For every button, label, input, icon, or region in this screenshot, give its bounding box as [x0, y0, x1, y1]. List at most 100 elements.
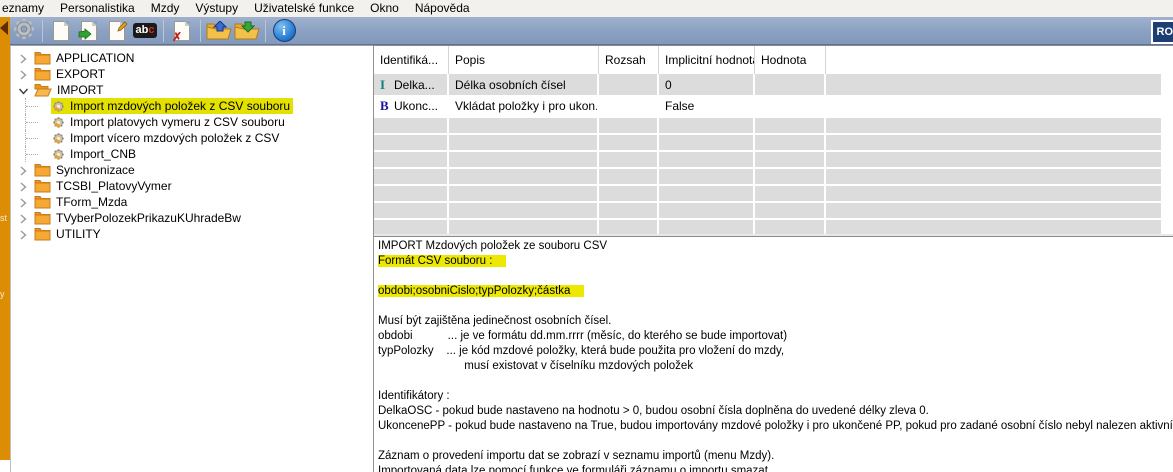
- tree-connector: [25, 98, 51, 114]
- node-icon: [52, 148, 65, 161]
- tree-item-label: Import platovych vymeru z CSV souboru: [70, 115, 285, 129]
- node-icon: [52, 100, 65, 113]
- column-header-implicitni[interactable]: Implicitní hodnota: [659, 46, 755, 74]
- menu-bar: eznamy Personalistika Mzdy Výstupy Uživa…: [0, 0, 1173, 17]
- toolbar-separator: [200, 20, 201, 42]
- cell-hodnota: [755, 74, 826, 95]
- description-line: Formát CSV souboru :: [378, 254, 1173, 269]
- tree-item[interactable]: Import platovych vymeru z CSV souboru: [11, 114, 373, 130]
- grid-header: Identifiká... Popis Rozsah Implicitní ho…: [374, 46, 1161, 74]
- new-document-button[interactable]: [48, 18, 74, 44]
- chevron-icon[interactable]: [18, 53, 29, 64]
- cell-rozsah: [599, 74, 659, 95]
- tree-item-label: Synchronizace: [56, 163, 135, 177]
- settings-button[interactable]: [11, 18, 37, 44]
- toolbar-separator: [42, 20, 43, 42]
- cell-empty: [826, 74, 1161, 95]
- chevron-icon[interactable]: [18, 213, 29, 224]
- cell-implicitni: 0: [659, 74, 755, 95]
- description-line: obdobi ... je ve formátu dd.mm.rrrr (měs…: [378, 329, 1173, 344]
- menu-item[interactable]: eznamy: [0, 0, 52, 17]
- tree-item[interactable]: IMPORT: [11, 82, 373, 98]
- description-line: typPolozky ... je kód mzdové položky, kt…: [378, 344, 1173, 359]
- collapsed-side-panel[interactable]: st y: [0, 17, 10, 460]
- tree-item[interactable]: TVyberPolozekPrikazuKUhradeBw: [11, 210, 373, 226]
- node-icon: [34, 163, 51, 177]
- info-button[interactable]: i: [271, 18, 297, 44]
- toolbar-separator: [265, 20, 266, 42]
- tree-connector: [25, 114, 51, 130]
- new-document-icon: [53, 21, 69, 41]
- node-icon: [34, 211, 51, 225]
- cell-identifier: I Delka...: [374, 74, 449, 95]
- empty-grid-rows: [374, 118, 1173, 235]
- side-panel-label: y: [0, 289, 5, 299]
- menu-item[interactable]: Mzdy: [143, 0, 188, 17]
- column-header-identifier[interactable]: Identifiká...: [374, 46, 449, 74]
- tree-item-label: TVyberPolozekPrikazuKUhradeBw: [56, 211, 241, 225]
- menu-item[interactable]: Uživatelské funkce: [246, 0, 362, 17]
- type-letter-icon: B: [380, 98, 394, 114]
- parameters-grid: Identifiká... Popis Rozsah Implicitní ho…: [374, 45, 1173, 235]
- node-icon: [34, 195, 51, 209]
- table-row[interactable]: I Delka... Délka osobních čísel 0: [374, 74, 1161, 95]
- tree-item[interactable]: UTILITY: [11, 226, 373, 242]
- chevron-icon[interactable]: [18, 197, 29, 208]
- chevron-icon[interactable]: [18, 69, 29, 80]
- rename-button[interactable]: abc: [132, 18, 158, 44]
- chevron-icon[interactable]: [18, 229, 29, 240]
- tree-item[interactable]: Import mzdových položek z CSV souboru: [11, 98, 373, 114]
- collapse-arrow-icon[interactable]: [0, 21, 8, 35]
- empty-table-row: [374, 152, 1161, 167]
- type-letter-icon: I: [380, 77, 394, 93]
- open-import-folder-button[interactable]: [206, 18, 232, 44]
- column-header-popis[interactable]: Popis: [449, 46, 599, 74]
- description-line: [378, 434, 1173, 449]
- import-document-button[interactable]: [76, 18, 102, 44]
- tree-item-label: EXPORT: [56, 67, 105, 81]
- tree-item[interactable]: TForm_Mzda: [11, 194, 373, 210]
- tree-item[interactable]: APPLICATION: [11, 50, 373, 66]
- description-line: obdobi;osobniCislo;typPolozky;částka: [378, 284, 1173, 299]
- open-export-folder-button[interactable]: [234, 18, 260, 44]
- tree-item[interactable]: Import_CNB: [11, 146, 373, 162]
- description-line: IMPORT Mzdových položek ze souboru CSV: [378, 239, 1173, 254]
- chevron-icon[interactable]: [18, 181, 29, 192]
- open-folder-import-icon: [206, 21, 232, 41]
- tree-item[interactable]: Import vícero mzdových položek z CSV: [11, 130, 373, 146]
- empty-table-row: [374, 135, 1161, 150]
- menu-item[interactable]: Personalistika: [52, 0, 143, 17]
- column-header-hodnota[interactable]: Hodnota: [755, 46, 826, 74]
- tree-item-label: TCSBI_PlatovyVymer: [56, 179, 172, 193]
- menu-item[interactable]: Nápověda: [407, 0, 478, 17]
- chevron-icon[interactable]: [18, 85, 29, 96]
- tree-item-label: UTILITY: [56, 227, 101, 241]
- menu-item[interactable]: Výstupy: [187, 0, 246, 17]
- tree-item[interactable]: EXPORT: [11, 66, 373, 82]
- tree-item-label: APPLICATION: [56, 51, 134, 65]
- delete-document-button[interactable]: ✗: [169, 18, 195, 44]
- chevron-icon[interactable]: [18, 165, 29, 176]
- description-line: UkoncenePP - pokud bude nastaveno na Tru…: [378, 419, 1173, 434]
- edit-document-button[interactable]: [104, 18, 130, 44]
- table-row[interactable]: B Ukonc... Vkládat položky i pro ukon...…: [374, 95, 1161, 116]
- tree-item-label: Import vícero mzdových položek z CSV: [70, 131, 279, 145]
- cell-identifier: B Ukonc...: [374, 95, 449, 116]
- menu-item[interactable]: Okno: [362, 0, 407, 17]
- node-icon: [34, 51, 51, 65]
- status-badge: RO: [1151, 20, 1173, 44]
- empty-table-row: [374, 118, 1161, 133]
- node-icon: [52, 116, 65, 129]
- info-icon: i: [273, 19, 296, 42]
- grid-rows: I Delka... Délka osobních čísel 0 B Ukon…: [374, 74, 1173, 116]
- description-line: [378, 269, 1173, 284]
- cell-hodnota: [755, 95, 826, 116]
- description-line: Identifikátory :: [378, 389, 1173, 404]
- cell-popis: Délka osobních čísel: [449, 74, 599, 95]
- column-header-rozsah[interactable]: Rozsah: [599, 46, 659, 74]
- cell-rozsah: [599, 95, 659, 116]
- tree-item-label: Import_CNB: [70, 147, 136, 161]
- tree-item[interactable]: Synchronizace: [11, 162, 373, 178]
- tree-item[interactable]: TCSBI_PlatovyVymer: [11, 178, 373, 194]
- abc-icon: abc: [133, 23, 158, 38]
